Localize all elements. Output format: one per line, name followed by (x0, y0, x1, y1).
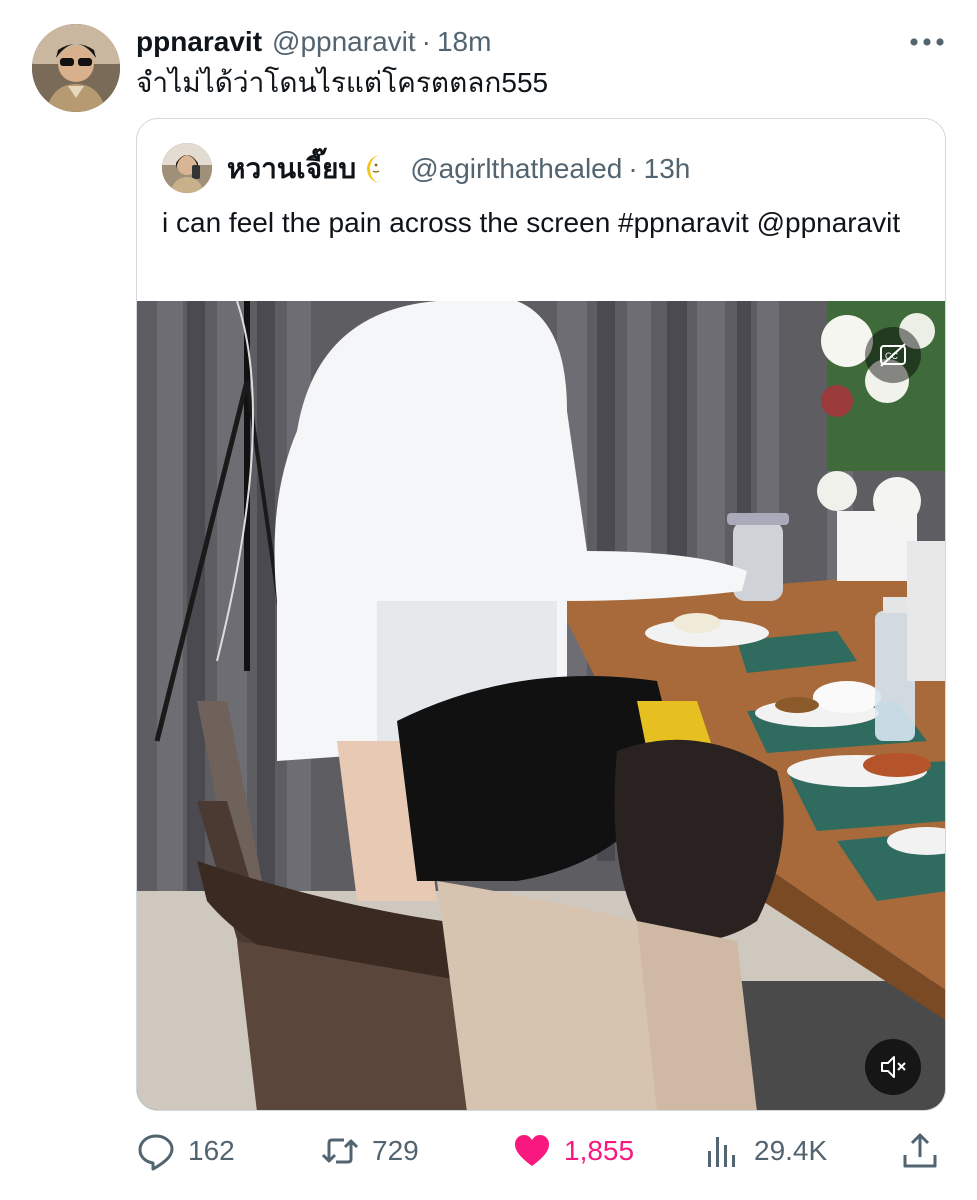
author-handle[interactable]: @ppnaravit (272, 26, 416, 58)
mute-toggle-button[interactable] (865, 1039, 921, 1095)
more-options-button[interactable] (907, 28, 947, 56)
quoted-author-handle[interactable]: @agirlthathealed (410, 153, 622, 185)
crescent-moon-icon (367, 155, 382, 183)
tweet-action-bar: 162 729 1,855 29.4K (136, 1126, 946, 1176)
reply-icon (138, 1134, 174, 1171)
views-button[interactable]: 29.4K (702, 1126, 827, 1176)
retweet-count: 729 (372, 1135, 419, 1166)
views-count: 29.4K (754, 1135, 828, 1166)
captions-button[interactable]: CC (865, 327, 921, 383)
quoted-author-display-name[interactable]: หวานเจี๊ยบ (227, 147, 356, 191)
share-button[interactable] (900, 1126, 940, 1176)
quoted-tweet-timestamp[interactable]: 13h (644, 153, 691, 185)
share-upload-icon (903, 1133, 937, 1168)
tweet-header: ppnaravit @ppnaravit · 18m (136, 22, 947, 62)
muted-speaker-icon (881, 1056, 906, 1078)
author-display-name[interactable]: ppnaravit (136, 26, 262, 58)
like-count: 1,855 (564, 1135, 635, 1166)
tweet-timestamp[interactable]: 18m (437, 26, 491, 58)
quoted-tweet-header: หวานเจี๊ยบ @agirlthathealed · 13h (227, 149, 690, 189)
quoted-tweet-text: i can feel the pain across the screen #p… (162, 207, 901, 238)
quoted-author-avatar[interactable] (162, 143, 212, 193)
views-bar-chart-icon (708, 1137, 735, 1167)
retweet-button[interactable]: 729 (320, 1126, 419, 1176)
reply-count: 162 (188, 1135, 235, 1166)
tweet-text: จำไม่ได้ว่าโดนไรแต่โครตตลก555 (136, 67, 549, 98)
retweet-icon (321, 1138, 359, 1164)
more-horizontal-icon (910, 38, 944, 46)
captions-off-icon: CC (880, 343, 906, 367)
quoted-header-separator: · (628, 153, 638, 184)
quoted-video[interactable]: CC (137, 301, 945, 1110)
reply-button[interactable]: 162 (136, 1126, 235, 1176)
video-frame (137, 301, 945, 1110)
author-avatar[interactable] (32, 24, 120, 112)
like-button[interactable]: 1,855 (512, 1126, 634, 1176)
quoted-tweet-card[interactable]: หวานเจี๊ยบ @agirlthathealed · 13h i can … (136, 118, 946, 1111)
header-separator: · (421, 26, 431, 57)
heart-filled-icon (515, 1135, 549, 1166)
